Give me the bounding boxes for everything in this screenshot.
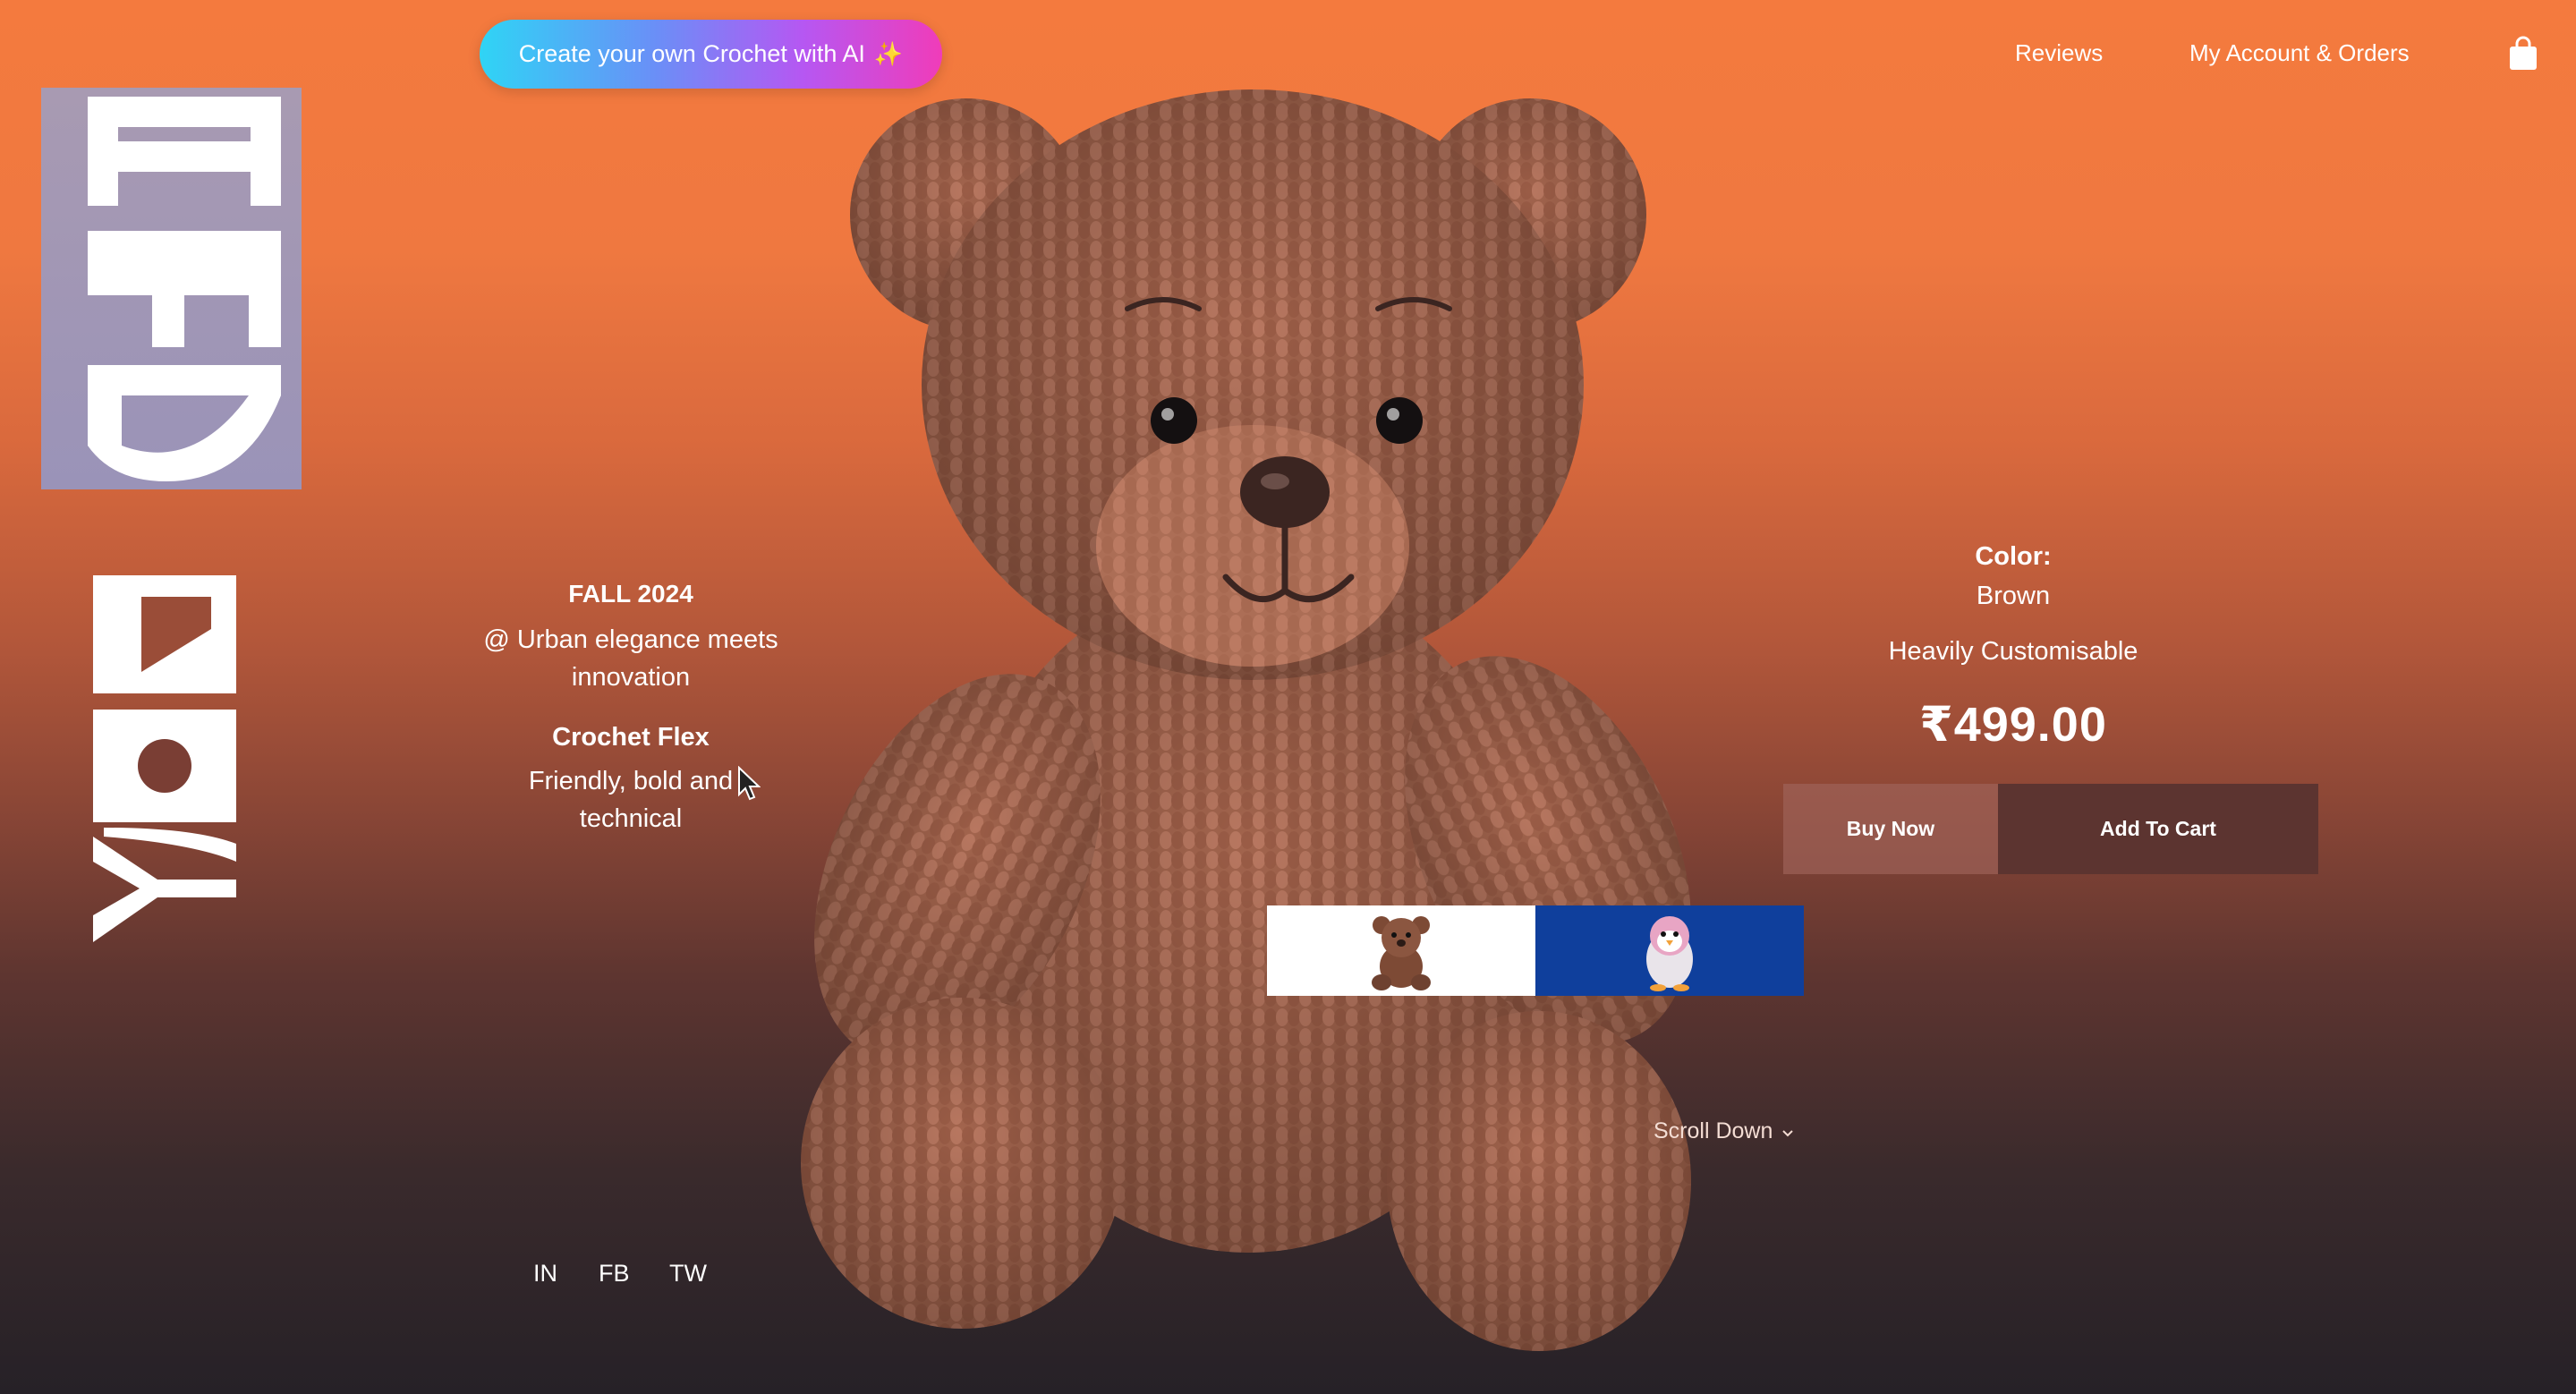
product-price: ₹499.00	[1919, 698, 2107, 752]
scroll-down-link[interactable]: Scroll Down	[1654, 1118, 1794, 1144]
color-label: Color:	[1975, 542, 2052, 571]
chevron-down-icon	[1781, 1118, 1794, 1144]
buy-now-label: Buy Now	[1846, 817, 1935, 840]
penguin-icon	[1646, 915, 1693, 991]
add-to-cart-label: Add To Cart	[2100, 817, 2216, 840]
customisable-note: Heavily Customisable	[1888, 637, 2138, 666]
buy-now-button[interactable]: Buy Now	[1783, 784, 1998, 874]
teddy-bear-icon	[1372, 915, 1431, 990]
variant-penguin-thumbnail[interactable]	[1535, 905, 1804, 996]
product-description: Friendly, bold and technical	[528, 767, 734, 833]
nav-reviews-link[interactable]: Reviews	[2015, 39, 2103, 67]
season-tagline: @ Urban elegance meets innovation	[483, 625, 778, 692]
add-to-cart-button[interactable]: Add To Cart	[1998, 784, 2318, 874]
social-twitter-link[interactable]: TW	[669, 1260, 707, 1288]
product-name: Crochet Flex	[552, 723, 710, 752]
scroll-down-label: Scroll Down	[1654, 1118, 1773, 1143]
crochet-teddy-bear-image	[787, 63, 1816, 1351]
season-title: FALL 2024	[568, 580, 693, 608]
social-instagram-link[interactable]: IN	[533, 1260, 557, 1288]
social-facebook-link[interactable]: FB	[599, 1260, 630, 1288]
logo-boy	[86, 575, 243, 951]
mouse-cursor-icon	[737, 765, 761, 802]
logo-ted	[41, 88, 302, 489]
variant-teddy-bear-thumbnail[interactable]	[1267, 905, 1535, 996]
nav-account-orders-link[interactable]: My Account & Orders	[2189, 39, 2410, 67]
shopping-bag-icon[interactable]	[2507, 36, 2539, 72]
color-value: Brown	[1976, 582, 2051, 610]
